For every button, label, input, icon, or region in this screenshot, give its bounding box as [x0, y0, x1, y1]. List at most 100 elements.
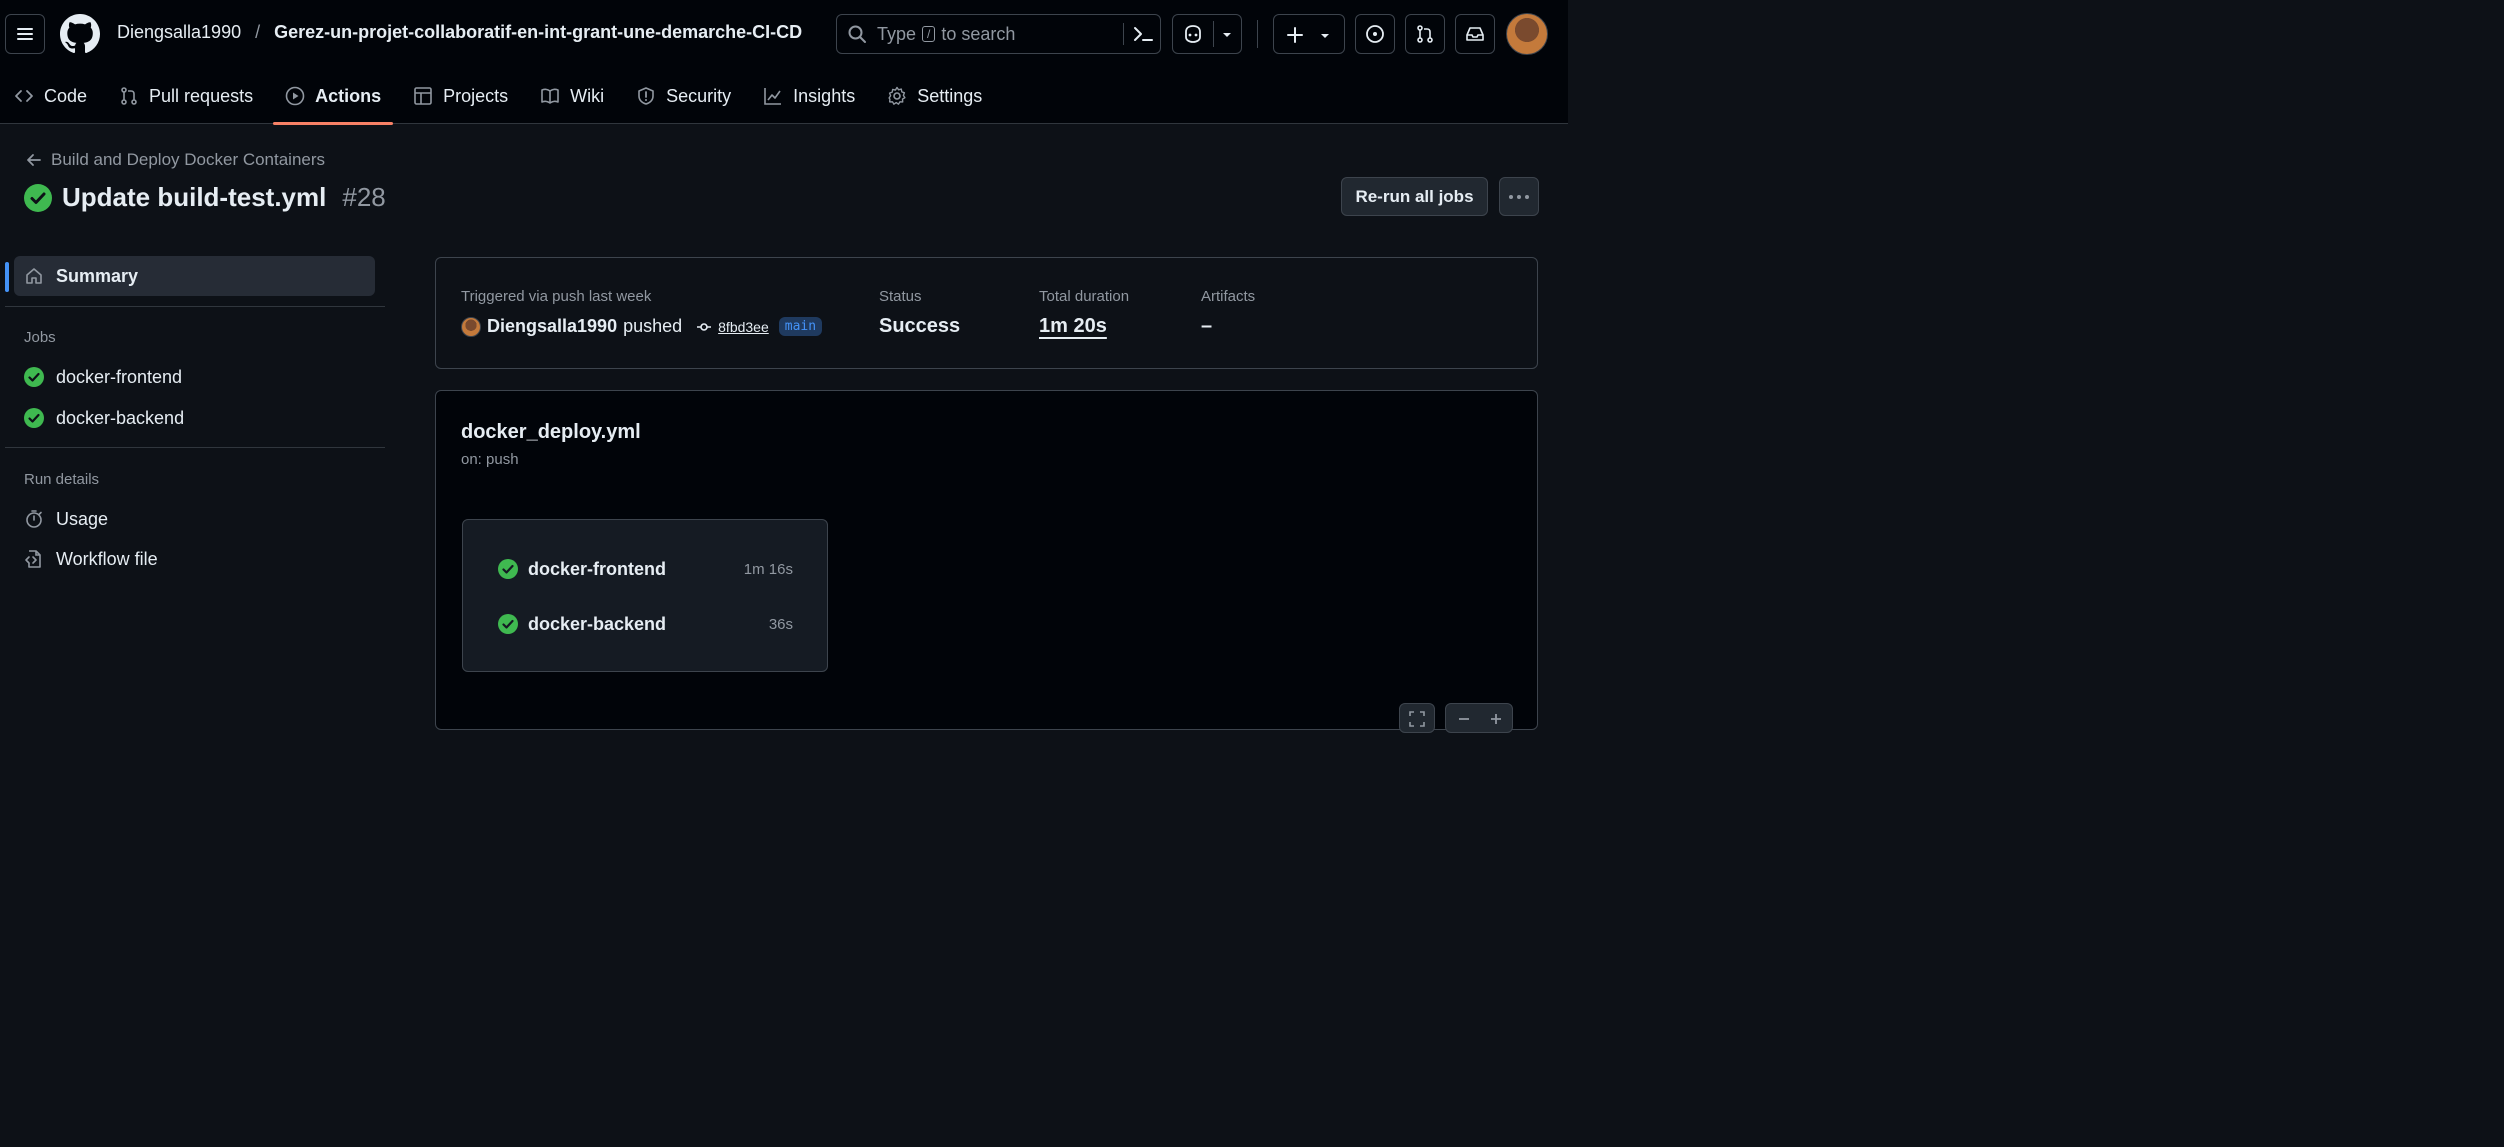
run-title: Update build-test.yml #28 — [24, 182, 386, 213]
tab-pull-requests[interactable]: Pull requests — [107, 68, 265, 124]
tab-settings[interactable]: Settings — [875, 68, 994, 124]
branch-badge[interactable]: main — [778, 317, 823, 336]
tab-actions[interactable]: Actions — [273, 68, 394, 125]
job-group-card: docker-frontend 1m 16s docker-backend 36… — [462, 519, 828, 672]
pull-request-icon — [1417, 25, 1433, 43]
tab-label: Code — [44, 85, 88, 106]
chevron-down-icon[interactable] — [1221, 29, 1233, 41]
sidebar-item-label: docker-frontend — [56, 366, 183, 387]
repo-tabs: Code Pull requests Actions Projects Wiki… — [0, 68, 994, 125]
create-new-button[interactable] — [1273, 14, 1345, 54]
command-palette-icon[interactable] — [1132, 23, 1154, 45]
fullscreen-icon — [1409, 711, 1425, 727]
back-to-workflow-link[interactable]: Build and Deploy Docker Containers — [25, 150, 325, 170]
status-label: Status — [879, 288, 922, 305]
sidebar-item-label: Usage — [56, 508, 109, 529]
sidebar-divider — [5, 306, 385, 307]
search-icon — [848, 25, 866, 43]
job-node-docker-frontend[interactable]: docker-frontend 1m 16s — [498, 557, 793, 581]
play-icon — [285, 86, 305, 106]
sidebar-item-usage[interactable]: Usage — [14, 499, 375, 539]
sidebar-item-docker-backend[interactable]: docker-backend — [14, 398, 375, 438]
search-placeholder-suffix: to search — [941, 23, 1016, 44]
user-avatar[interactable] — [1506, 13, 1548, 55]
job-node-docker-backend[interactable]: docker-backend 36s — [498, 612, 793, 636]
trigger-action: pushed — [623, 316, 683, 336]
workflow-trigger: on: push — [461, 451, 519, 468]
tab-label: Insights — [793, 85, 856, 106]
check-circle-icon — [498, 559, 518, 579]
git-commit-icon — [697, 322, 712, 331]
tab-code[interactable]: Code — [2, 68, 99, 124]
menu-icon — [17, 28, 33, 40]
job-duration: 1m 16s — [743, 560, 793, 578]
actor-avatar[interactable] — [461, 316, 481, 337]
file-code-icon — [25, 550, 41, 568]
sidebar-item-label: docker-backend — [56, 407, 185, 428]
code-icon — [15, 90, 33, 102]
arrow-left-icon — [27, 154, 41, 166]
kebab-horizontal-icon — [1509, 194, 1529, 199]
table-icon — [414, 87, 432, 105]
sidebar-item-summary[interactable]: Summary — [14, 256, 375, 296]
issues-button[interactable] — [1355, 14, 1395, 54]
rerun-all-jobs-button[interactable]: Re-run all jobs — [1341, 177, 1488, 216]
search-input[interactable]: Type / to search — [836, 14, 1161, 54]
repo-breadcrumb: Diengsalla1990 / Gerez-un-projet-collabo… — [117, 22, 802, 43]
tab-label: Pull requests — [149, 85, 254, 106]
duration-label: Total duration — [1039, 288, 1130, 305]
copilot-icon — [1185, 25, 1201, 43]
run-details-heading: Run details — [24, 471, 100, 488]
hamburger-menu-button[interactable] — [5, 14, 45, 54]
workflow-file-name: docker_deploy.yml — [461, 421, 641, 443]
github-mark-icon — [60, 14, 100, 54]
commit-link[interactable]: 8fbd3ee — [696, 319, 769, 335]
artifacts-value: – — [1201, 315, 1213, 337]
pull-requests-button[interactable] — [1405, 14, 1445, 54]
fullscreen-button[interactable] — [1399, 703, 1435, 733]
github-logo[interactable] — [60, 14, 100, 54]
search-shortcut-key: / — [922, 26, 936, 42]
tab-label: Settings — [917, 85, 983, 106]
copilot-button[interactable] — [1172, 14, 1242, 54]
header-divider — [1257, 20, 1258, 48]
job-name: docker-frontend — [528, 558, 667, 579]
chevron-down-icon — [1321, 34, 1329, 38]
gear-icon — [888, 86, 906, 105]
artifacts-label: Artifacts — [1201, 288, 1256, 305]
duration-value[interactable]: 1m 20s — [1039, 315, 1107, 338]
tab-label: Projects — [443, 85, 509, 106]
repo-owner-link[interactable]: Diengsalla1990 — [117, 22, 241, 43]
sidebar-item-docker-frontend[interactable]: docker-frontend — [14, 357, 375, 397]
plus-icon[interactable] — [1489, 712, 1503, 726]
repo-name-link[interactable]: Gerez-un-projet-collaboratif-en-int-gran… — [274, 22, 802, 43]
jobs-heading: Jobs — [24, 329, 56, 346]
tab-security[interactable]: Security — [624, 68, 743, 124]
inbox-icon — [1466, 27, 1484, 41]
run-summary-panel: Triggered via push last week Diengsalla1… — [435, 257, 1538, 369]
home-icon — [26, 268, 42, 284]
more-options-button[interactable] — [1499, 177, 1539, 216]
tab-projects[interactable]: Projects — [401, 68, 520, 124]
trigger-label: Triggered via push last week — [461, 288, 652, 305]
tab-wiki[interactable]: Wiki — [528, 68, 616, 124]
sidebar-item-workflow-file[interactable]: Workflow file — [14, 539, 375, 579]
workflow-graph-panel: docker_deploy.yml on: push docker-fronte… — [435, 390, 1538, 733]
check-circle-icon — [24, 408, 44, 428]
plus-icon — [1287, 27, 1303, 43]
issue-icon — [1366, 25, 1384, 43]
tab-insights[interactable]: Insights — [751, 68, 867, 124]
commit-sha: 8fbd3ee — [718, 318, 769, 335]
inbox-button[interactable] — [1455, 14, 1495, 54]
check-circle-icon — [24, 367, 44, 387]
stopwatch-icon — [26, 510, 42, 528]
zoom-controls[interactable] — [1445, 703, 1513, 733]
book-icon — [541, 88, 559, 104]
tab-label: Actions — [315, 85, 382, 106]
minus-icon[interactable] — [1457, 712, 1471, 726]
sidebar-divider — [5, 447, 385, 448]
shield-icon — [638, 87, 654, 105]
check-circle-icon — [24, 183, 52, 212]
graph-icon — [764, 88, 782, 105]
actor-link[interactable]: Diengsalla1990 — [487, 316, 617, 337]
